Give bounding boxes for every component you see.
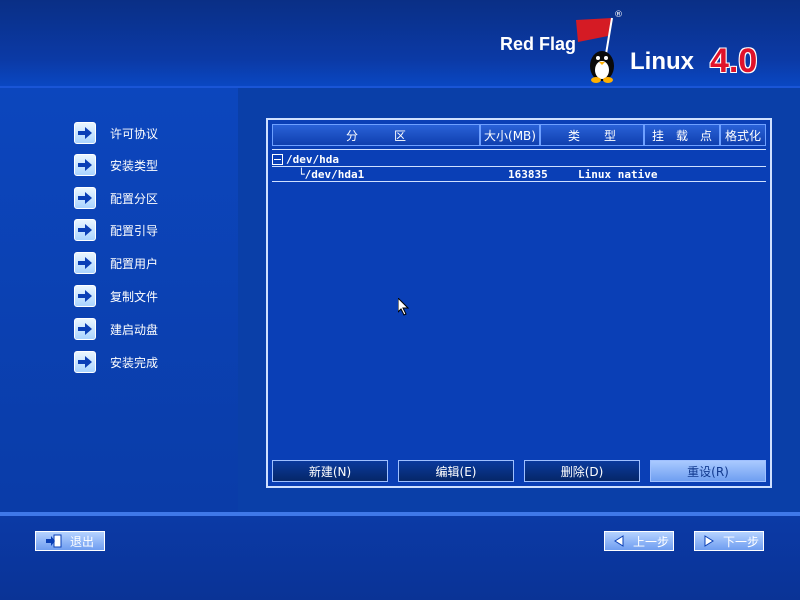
- table-divider: [272, 149, 766, 150]
- new-partition-button[interactable]: 新建(N): [272, 460, 388, 482]
- partition-device: /dev/hda: [286, 152, 339, 166]
- sidebar-item-label: 安装类型: [110, 158, 159, 173]
- arrow-right-icon: [74, 187, 96, 209]
- previous-step-button[interactable]: 上一步: [604, 531, 674, 551]
- column-header-format[interactable]: 格式化: [720, 124, 766, 146]
- delete-partition-button[interactable]: 删除(D): [524, 460, 640, 482]
- table-row[interactable]: └/dev/hda1 163835 Linux native: [272, 167, 766, 181]
- sidebar-item-label: 配置引导: [110, 223, 159, 238]
- column-header-type[interactable]: 类 型: [540, 124, 644, 146]
- column-header-mount-point[interactable]: 挂 载 点: [644, 124, 720, 146]
- sidebar-item-label: 配置分区: [110, 191, 159, 206]
- arrow-right-icon: [74, 318, 96, 340]
- sidebar-item-copy-files[interactable]: 复制文件: [74, 285, 158, 307]
- footer-bar: 退出 上一步 下一步: [0, 516, 800, 600]
- mouse-cursor-icon: [398, 298, 410, 316]
- arrow-right-icon: [74, 154, 96, 176]
- arrow-left-icon: [614, 535, 624, 547]
- brand-name: Red Flag: [500, 34, 577, 54]
- partition-type: Linux native: [578, 167, 658, 181]
- sidebar-item-partition[interactable]: 配置分区: [74, 187, 158, 209]
- arrow-right-icon: [74, 219, 96, 241]
- registered-mark: ®: [614, 10, 623, 20]
- penguin-flag-logo: [576, 17, 614, 83]
- partition-panel: 分 区 大小(MB) 类 型 挂 载 点 格式化 /dev/hda └/dev/…: [266, 118, 772, 488]
- arrow-right-icon: [704, 535, 714, 547]
- partition-size: 163835: [508, 167, 548, 181]
- exit-label: 退出: [70, 534, 95, 549]
- product-version: 4.0: [710, 42, 758, 80]
- arrow-right-icon: [74, 285, 96, 307]
- sidebar-item-users[interactable]: 配置用户: [74, 252, 158, 274]
- sidebar-item-label: 许可协议: [110, 126, 159, 141]
- sidebar-item-bootloader[interactable]: 配置引导: [74, 219, 158, 241]
- table-divider: [272, 181, 766, 182]
- previous-step-label: 上一步: [633, 534, 670, 549]
- column-header-partition[interactable]: 分 区: [272, 124, 480, 146]
- sidebar-item-license[interactable]: 许可协议: [74, 122, 158, 144]
- next-step-button[interactable]: 下一步: [694, 531, 764, 551]
- reset-partition-button[interactable]: 重设(R): [650, 460, 766, 482]
- header-bar: ® Red Flag Linux 4.0: [0, 0, 800, 88]
- exit-button[interactable]: 退出: [35, 531, 105, 551]
- sidebar-item-label: 建启动盘: [110, 322, 159, 337]
- sidebar-item-install-type[interactable]: 安装类型: [74, 154, 158, 176]
- arrow-right-icon: [74, 122, 96, 144]
- product-name: Linux: [630, 48, 694, 75]
- sidebar-item-label: 安装完成: [110, 355, 159, 370]
- tree-expand-icon[interactable]: [272, 153, 283, 165]
- table-row[interactable]: /dev/hda: [272, 152, 766, 166]
- next-step-label: 下一步: [723, 534, 760, 549]
- sidebar-item-finish[interactable]: 安装完成: [74, 351, 158, 373]
- edit-partition-button[interactable]: 编辑(E): [398, 460, 514, 482]
- arrow-right-icon: [74, 252, 96, 274]
- sidebar-item-boot-disk[interactable]: 建启动盘: [74, 318, 158, 340]
- sidebar-item-label: 配置用户: [110, 256, 159, 271]
- column-header-size[interactable]: 大小(MB): [480, 124, 540, 146]
- exit-door-icon: [46, 534, 62, 548]
- arrow-right-icon: [74, 351, 96, 373]
- partition-device: └/dev/hda1: [298, 167, 365, 181]
- sidebar-item-label: 复制文件: [110, 289, 159, 304]
